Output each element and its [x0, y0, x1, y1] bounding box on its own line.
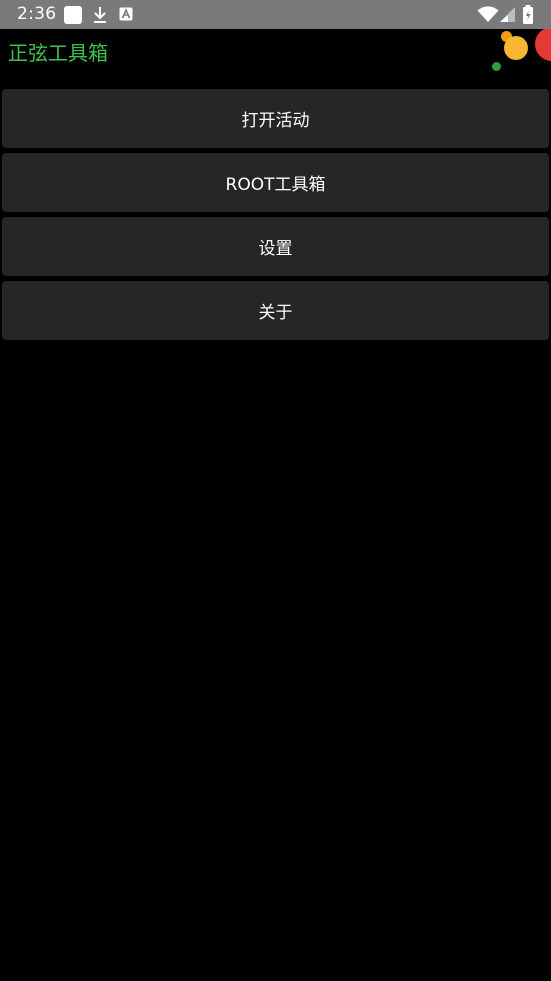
open-activity-label: 打开活动: [241, 111, 310, 131]
screen: 2:36 正弦工具箱 打开活动 ROOT工具箱 设置 关于: [0, 0, 551, 981]
signal-icon: [500, 7, 515, 22]
notification-square-icon: [64, 6, 82, 24]
open-activity-button[interactable]: 打开活动: [2, 89, 549, 148]
battery-icon: [523, 5, 533, 24]
status-bar: 2:36: [0, 0, 551, 29]
about-button[interactable]: 关于: [2, 281, 549, 340]
menu-list: 打开活动 ROOT工具箱 设置 关于: [2, 89, 549, 345]
red-dot-large: [535, 29, 551, 61]
root-toolbox-label: ROOT工具箱: [225, 175, 326, 195]
settings-button[interactable]: 设置: [2, 217, 549, 276]
about-label: 关于: [258, 303, 293, 323]
download-icon: [94, 7, 106, 23]
app-bar: 正弦工具箱: [0, 29, 551, 85]
app-title: 正弦工具箱: [8, 41, 108, 65]
status-time: 2:36: [17, 4, 57, 24]
wifi-icon: [477, 6, 499, 22]
a-icon: [119, 7, 133, 21]
green-dot-small: [492, 62, 501, 71]
yellow-dot-large: [504, 36, 528, 60]
settings-label: 设置: [258, 239, 293, 259]
root-toolbox-button[interactable]: ROOT工具箱: [2, 153, 549, 212]
